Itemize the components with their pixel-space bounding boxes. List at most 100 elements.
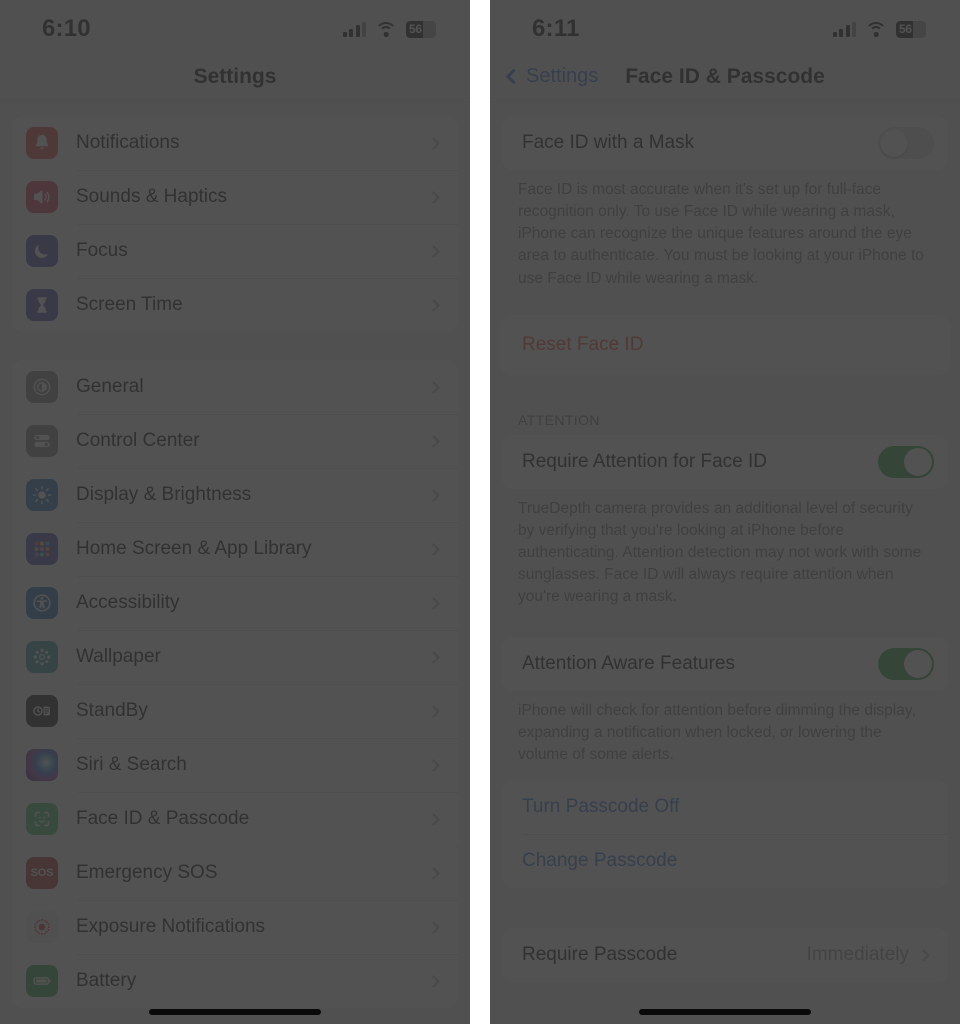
settings-row-label: Exposure Notifications	[76, 916, 266, 937]
chevron-right-icon	[427, 596, 440, 610]
chevron-right-icon	[427, 190, 440, 204]
sliders-icon	[26, 425, 58, 457]
settings-row-label: Notifications	[76, 132, 180, 153]
chevron-left-icon	[505, 68, 522, 85]
settings-row-notifications[interactable]: Notifications	[12, 116, 458, 170]
settings-row-control-center[interactable]: Control Center	[12, 414, 458, 468]
settings-row-sounds-haptics[interactable]: Sounds & Haptics	[12, 170, 458, 224]
row-turn-passcode-off[interactable]: Turn Passcode Off	[502, 780, 948, 834]
row-change-passcode[interactable]: Change Passcode	[502, 834, 948, 888]
wifi-icon	[865, 21, 887, 37]
gear-icon	[26, 371, 58, 403]
settings-row-emergency-sos[interactable]: SOS Emergency SOS	[12, 846, 458, 900]
settings-row-label: Siri & Search	[76, 754, 187, 775]
reset-face-id-group: Reset Face ID	[502, 317, 948, 372]
row-label: Require Attention for Face ID	[522, 450, 768, 472]
chevron-right-icon	[427, 758, 440, 772]
settings-row-label: Battery	[76, 970, 137, 991]
require-passcode-value: Immediately	[806, 944, 909, 966]
back-button-label: Settings	[526, 65, 599, 87]
page-title: Settings	[193, 64, 277, 88]
right-status-bar: 6:11 56	[490, 0, 960, 52]
settings-row-label: Screen Time	[76, 294, 183, 315]
row-label: Reset Face ID	[522, 333, 644, 355]
left-status-bar: 6:10 56	[0, 0, 470, 52]
face-id-mask-footer: Face ID is most accurate when it's set u…	[518, 181, 924, 287]
require-attention-toggle[interactable]	[878, 445, 934, 478]
settings-row-wallpaper[interactable]: Wallpaper	[12, 630, 458, 684]
home-indicator	[149, 1009, 321, 1015]
settings-row-label: StandBy	[76, 700, 148, 721]
face-id-mask-toggle[interactable]	[878, 127, 934, 159]
settings-row-label: Wallpaper	[76, 646, 161, 667]
chevron-right-icon	[427, 244, 440, 258]
settings-row-label: Face ID & Passcode	[76, 808, 250, 829]
standby-clock-icon	[26, 695, 58, 727]
left-nav-bar: Settings	[0, 52, 470, 102]
cellular-bars-icon	[342, 21, 366, 37]
status-time: 6:10	[42, 15, 91, 42]
status-indicators: 56	[832, 20, 926, 38]
battery-icon: 56	[896, 20, 926, 38]
attention-aware-footer: iPhone will check for attention before d…	[518, 701, 916, 763]
settings-row-standby[interactable]: StandBy	[12, 684, 458, 738]
settings-row-siri-search[interactable]: Siri & Search	[12, 738, 458, 792]
chevron-right-icon	[917, 948, 930, 962]
require-passcode-group: Require Passcode Immediately	[502, 928, 948, 983]
settings-row-general[interactable]: General	[12, 360, 458, 414]
wifi-icon	[375, 21, 397, 37]
row-attention-aware-features[interactable]: Attention Aware Features	[502, 637, 948, 691]
attention-aware-toggle[interactable]	[878, 647, 934, 680]
settings-row-label: Control Center	[76, 430, 200, 451]
attention-section-header: ATTENTION	[518, 411, 600, 428]
bell-icon	[26, 127, 58, 159]
exposure-icon	[26, 911, 58, 943]
settings-row-screen-time[interactable]: Screen Time	[12, 278, 458, 332]
back-button[interactable]: Settings	[505, 65, 599, 88]
chevron-right-icon	[427, 542, 440, 556]
row-label: Require Passcode	[522, 944, 678, 966]
battery-percent: 56	[409, 22, 422, 36]
chevron-right-icon	[427, 920, 440, 934]
left-phone-panel: 6:10 56 Settings Notifications Sounds & …	[0, 0, 470, 1024]
chevron-right-icon	[427, 488, 440, 502]
dual-phone-screenshot: 6:10 56 Settings Notifications Sounds & …	[0, 0, 960, 1024]
row-label: Attention Aware Features	[522, 652, 735, 674]
settings-row-accessibility[interactable]: Accessibility	[12, 576, 458, 630]
row-require-attention[interactable]: Require Attention for Face ID	[502, 435, 948, 489]
flower-icon	[26, 641, 58, 673]
chevron-right-icon	[427, 974, 440, 988]
settings-group-system: General Control Center Display & Brightnes…	[12, 360, 458, 1008]
status-time: 6:11	[532, 15, 580, 42]
attention-group: Require Attention for Face ID	[502, 434, 948, 489]
brightness-icon	[26, 479, 58, 511]
settings-row-display-brightness[interactable]: Display & Brightness	[12, 468, 458, 522]
cellular-bars-icon	[832, 21, 856, 37]
status-indicators: 56	[342, 20, 436, 38]
settings-row-label: General	[76, 376, 144, 397]
home-indicator	[639, 1009, 811, 1015]
settings-row-home-screen-app-library[interactable]: Home Screen & App Library	[12, 522, 458, 576]
face-id-icon	[26, 803, 58, 835]
settings-row-battery[interactable]: Battery	[12, 954, 458, 1008]
chevron-right-icon	[427, 866, 440, 880]
row-require-passcode[interactable]: Require Passcode Immediately	[502, 928, 948, 982]
settings-row-face-id-passcode[interactable]: Face ID & Passcode	[12, 792, 458, 846]
right-nav-bar: Settings Face ID & Passcode	[490, 52, 960, 102]
settings-group-notifications: Notifications Sounds & Haptics Focus Screen…	[12, 116, 458, 332]
settings-row-exposure-notifications[interactable]: Exposure Notifications	[12, 900, 458, 954]
settings-row-focus[interactable]: Focus	[12, 224, 458, 278]
settings-row-label: Emergency SOS	[76, 862, 218, 883]
accessibility-icon	[26, 587, 58, 619]
chevron-right-icon	[427, 650, 440, 664]
sos-icon: SOS	[26, 857, 58, 889]
right-phone-panel: 6:11 56 Settings Face ID & Passcode Face…	[490, 0, 960, 1024]
row-reset-face-id[interactable]: Reset Face ID	[502, 318, 948, 372]
chevron-right-icon	[427, 704, 440, 718]
hourglass-icon	[26, 289, 58, 321]
row-face-id-with-mask[interactable]: Face ID with a Mask	[502, 116, 948, 170]
siri-orb-icon	[26, 749, 58, 781]
settings-row-label: Accessibility	[76, 592, 180, 613]
chevron-right-icon	[427, 136, 440, 150]
right-screen-content: 6:11 56 Settings Face ID & Passcode Face…	[490, 0, 960, 1024]
